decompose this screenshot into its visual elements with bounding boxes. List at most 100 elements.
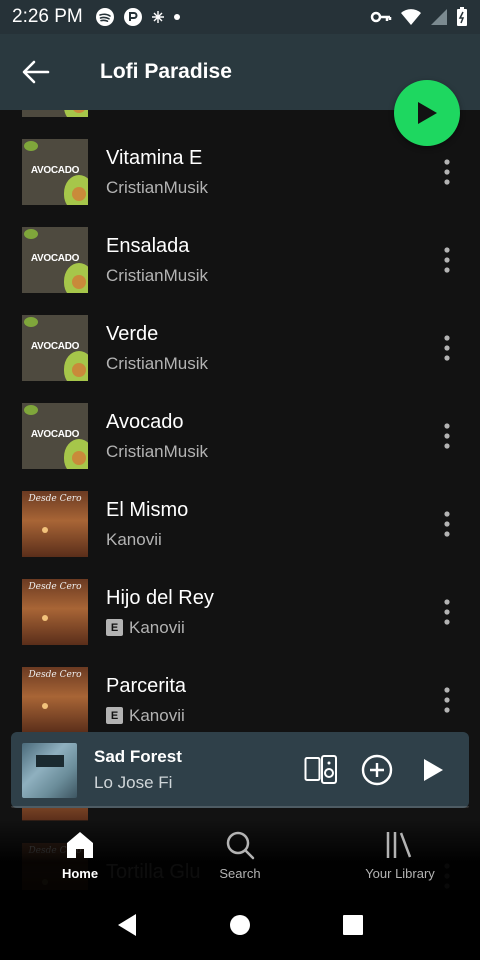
track-info: Ensalada CristianMusik <box>106 235 427 286</box>
spotify-notification-icon <box>95 8 114 26</box>
track-title: Ensalada <box>106 234 190 257</box>
track-artist-line: CristianMusik <box>106 354 427 374</box>
album-cover: AVOCADO <box>22 110 88 117</box>
track-title: Parcerita <box>106 674 187 697</box>
track-more-options-button[interactable] <box>427 152 467 192</box>
more-vertical-icon <box>444 247 450 273</box>
track-info: El Mismo Kanovii <box>106 499 427 550</box>
playback-progress-bar <box>11 806 469 808</box>
track-artist-line: CristianMusik <box>106 178 427 198</box>
more-vertical-icon <box>444 335 450 361</box>
album-cover: AVOCADO <box>22 403 88 469</box>
track-more-options-button[interactable] <box>427 328 467 368</box>
album-cover: Desde Cero <box>22 579 88 645</box>
track-artist: CristianMusik <box>106 353 209 373</box>
track-more-options-button[interactable] <box>427 680 467 720</box>
play-icon <box>418 102 437 124</box>
add-to-library-button[interactable] <box>357 750 397 790</box>
wifi-icon <box>401 9 421 25</box>
status-bar: 2:26 PM <box>0 0 480 34</box>
track-artist-line: CristianMusik <box>106 266 427 286</box>
more-vertical-icon <box>444 511 450 537</box>
status-time: 2:26 PM <box>12 6 83 27</box>
dot-notification-icon <box>173 14 180 20</box>
album-cover: Desde Cero <box>22 491 88 557</box>
track-info: Parcerita E Kanovii <box>106 675 427 726</box>
now-playing-title: Sad Forest <box>94 747 182 766</box>
track-info: Avocado CristianMusik <box>106 411 427 462</box>
track-row[interactable]: AVOCADO Vitamina E CristianMusik <box>0 128 480 216</box>
bottom-nav: Home Search Your Library <box>0 820 480 890</box>
nav-search-label: Search <box>219 866 261 881</box>
track-row[interactable]: Desde Cero El Mismo Kanovii <box>0 480 480 568</box>
nav-home-label: Home <box>61 866 99 881</box>
track-artist: Kanovii <box>129 705 185 725</box>
album-cover: AVOCADO <box>22 315 88 381</box>
devices-icon <box>304 755 337 784</box>
album-cover: AVOCADO <box>22 227 88 293</box>
track-row[interactable]: Desde Cero Hijo del Rey E Kanovii <box>0 568 480 656</box>
track-artist: Kanovii <box>129 617 185 637</box>
more-vertical-icon <box>444 423 450 449</box>
album-cover: Desde Cero <box>22 667 88 733</box>
track-row[interactable]: AVOCADO Ensalada CristianMusik <box>0 216 480 304</box>
system-home-icon[interactable] <box>229 914 251 936</box>
system-recents-icon[interactable] <box>342 914 364 936</box>
now-playing-artwork <box>22 742 77 798</box>
track-title: Avocado <box>106 410 184 433</box>
mini-play-button[interactable] <box>413 750 453 790</box>
nav-library-label: Your Library <box>365 866 435 881</box>
track-title: Vitamina E <box>106 146 203 169</box>
back-button[interactable] <box>18 54 54 90</box>
sparkle-notification-icon <box>151 11 164 23</box>
add-circle-icon <box>361 754 393 786</box>
track-info: Vitamina E CristianMusik <box>106 147 427 198</box>
track-title: Hijo del Rey <box>106 586 214 609</box>
track-artist-line: E Kanovii <box>106 618 427 638</box>
nav-library[interactable]: Your Library <box>320 820 480 890</box>
nav-search[interactable]: Search <box>160 820 320 890</box>
track-artist-line: E Kanovii <box>106 706 427 726</box>
nav-home[interactable]: Home <box>0 820 160 890</box>
play-icon <box>424 759 443 781</box>
library-icon <box>386 832 412 858</box>
track-more-options-button[interactable] <box>427 592 467 632</box>
track-title: Verde <box>106 322 159 345</box>
battery-icon <box>457 7 467 26</box>
explicit-badge: E <box>106 619 123 636</box>
home-icon <box>67 832 93 858</box>
system-back-icon[interactable] <box>116 913 138 937</box>
more-vertical-icon <box>444 159 450 185</box>
track-artist-line: Kanovii <box>106 530 427 550</box>
explicit-badge: E <box>106 707 123 724</box>
track-more-options-button[interactable] <box>427 240 467 280</box>
track-artist: CristianMusik <box>106 441 209 461</box>
track-more-options-button[interactable] <box>427 416 467 456</box>
track-row[interactable]: Desde Cero Parcerita E Kanovii <box>0 656 480 744</box>
track-more-options-button[interactable] <box>427 504 467 544</box>
page-title: Lofi Paradise <box>100 60 232 83</box>
more-vertical-icon <box>444 599 450 625</box>
search-icon <box>226 831 255 860</box>
connect-device-button[interactable] <box>301 750 341 790</box>
track-artist: CristianMusik <box>106 177 209 197</box>
cell-signal-icon <box>431 9 447 25</box>
arrow-left-icon <box>22 60 50 84</box>
track-info: Verde CristianMusik <box>106 323 427 374</box>
app-notification-icon <box>123 8 142 26</box>
vpn-key-icon <box>370 11 392 23</box>
track-row[interactable]: AVOCADO Avocado CristianMusik <box>0 392 480 480</box>
track-title: El Mismo <box>106 498 189 521</box>
now-playing-artist: Lo Jose Fi <box>94 773 173 792</box>
album-cover: AVOCADO <box>22 139 88 205</box>
system-nav-bar <box>0 890 480 960</box>
now-playing-meta: Sad Forest Lo Jose Fi <box>94 747 301 793</box>
play-playlist-button[interactable] <box>394 80 460 146</box>
track-info: Hijo del Rey E Kanovii <box>106 587 427 638</box>
track-artist: CristianMusik <box>106 265 209 285</box>
track-artist: Kanovii <box>106 529 162 549</box>
mini-player[interactable]: Sad Forest Lo Jose Fi <box>11 732 469 808</box>
track-row[interactable]: AVOCADO Verde CristianMusik <box>0 304 480 392</box>
more-vertical-icon <box>444 687 450 713</box>
track-artist-line: CristianMusik <box>106 442 427 462</box>
